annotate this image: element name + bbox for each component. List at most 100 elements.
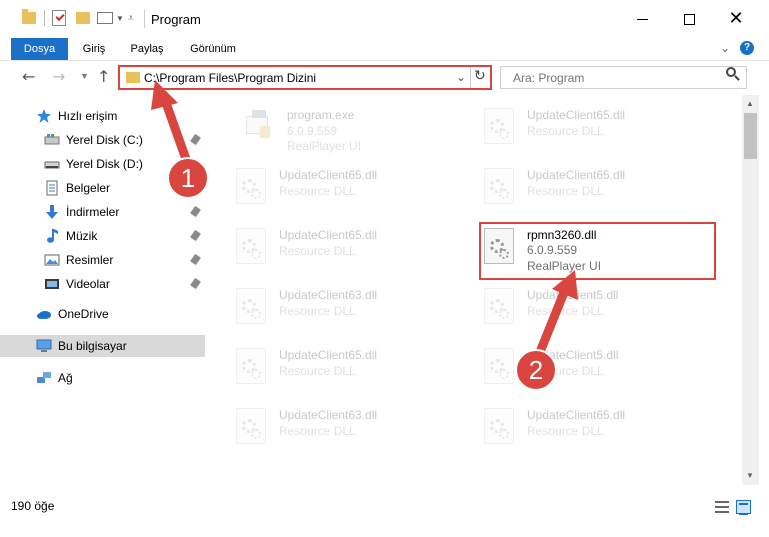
title-bar: ▼ ⩡ Program ✕: [0, 0, 769, 38]
dll-file-icon: [484, 408, 514, 444]
pin-icon[interactable]: [190, 277, 201, 290]
file-name: UpdateClient65.dll: [527, 408, 626, 422]
scrollbar-thumb[interactable]: [744, 113, 757, 159]
address-dropdown-chevron-icon[interactable]: ⌄: [456, 70, 466, 84]
pin-icon[interactable]: [190, 229, 201, 242]
file-item-program-exe[interactable]: program.exe 6.0.9.559 RealPlayer UI: [238, 104, 478, 158]
tab-gorunum[interactable]: Görünüm: [182, 38, 244, 60]
ribbon-tabs: Dosya Giriş Paylaş Görünüm ⌄ ?: [0, 38, 769, 61]
new-folder-icon[interactable]: [76, 12, 90, 24]
file-name: UpdateClient65.dll: [527, 108, 626, 122]
videos-icon: [45, 279, 59, 289]
minimize-icon: [636, 18, 648, 20]
computer-icon: [36, 339, 52, 352]
file-item[interactable]: UpdateClient63.dll Resource DLL: [230, 404, 470, 458]
file-description: Resource DLL: [527, 424, 604, 438]
nav-item-label: Hızlı erişim: [58, 109, 118, 123]
pin-icon[interactable]: [190, 133, 201, 146]
search-box[interactable]: [500, 66, 747, 89]
tab-dosya[interactable]: Dosya: [11, 38, 68, 60]
nav-item-this-pc[interactable]: Bu bilgisayar: [0, 335, 205, 357]
scroll-down-icon[interactable]: ▼: [746, 471, 754, 480]
address-bar[interactable]: C:\Program Files\Program Dizini ⌄ ↻: [118, 65, 492, 90]
file-item[interactable]: UpdateClient65.dll Resource DLL: [230, 344, 470, 398]
pictures-icon: [44, 254, 60, 266]
nav-item-local-disk-d[interactable]: Yerel Disk (D:): [0, 153, 205, 175]
quick-access-toolbar-dropdown-icon[interactable]: ⩡: [128, 13, 134, 24]
details-view-icon[interactable]: [715, 501, 729, 513]
file-name: UpdateClient65.dll: [279, 228, 378, 242]
file-item[interactable]: UpdateClient65.dll Resource DLL: [478, 164, 718, 218]
file-item[interactable]: UpdateClient65.dll Resource DLL: [478, 404, 718, 458]
dll-file-icon: [236, 228, 266, 264]
recent-locations-chevron-icon[interactable]: ▼: [80, 71, 89, 81]
file-description: Resource DLL: [279, 424, 356, 438]
nav-item-local-disk-c[interactable]: Yerel Disk (C:): [0, 129, 205, 151]
scroll-up-icon[interactable]: ▲: [746, 99, 754, 108]
file-name: UpdateClient63.dll: [279, 288, 378, 302]
file-item[interactable]: UpdateClient63.dll Resource DLL: [230, 284, 470, 338]
file-description: Resource DLL: [527, 184, 604, 198]
file-item[interactable]: UpdateClient65.dll Resource DLL: [478, 104, 718, 158]
pin-icon[interactable]: [190, 253, 201, 266]
window-title: Program: [151, 12, 201, 27]
file-description: Resource DLL: [279, 364, 356, 378]
file-name: UpdateClient65.dll: [527, 168, 626, 182]
nav-item-downloads[interactable]: İndirmeler: [0, 201, 205, 223]
nav-item-label: Ağ: [58, 371, 73, 385]
tiles-view-icon[interactable]: [736, 500, 751, 515]
toolbar-separator: [44, 10, 45, 26]
help-icon[interactable]: ?: [740, 41, 754, 55]
file-item[interactable]: UpdateClient65.dll Resource DLL: [230, 224, 470, 278]
nav-item-label: Bu bilgisayar: [58, 339, 127, 353]
close-button[interactable]: ✕: [713, 0, 759, 38]
file-item[interactable]: UpdateClient65.dll Resource DLL: [230, 164, 470, 218]
file-item[interactable]: UpdateClient5.dll Resource DLL: [478, 284, 718, 338]
star-icon: [37, 109, 51, 123]
drive-icon: [44, 161, 60, 169]
close-icon: ✕: [728, 8, 744, 29]
refresh-icon[interactable]: ↻: [474, 68, 486, 84]
dll-file-icon: [484, 348, 514, 384]
nav-item-quick-access[interactable]: Hızlı erişim: [0, 105, 205, 127]
file-description: Resource DLL: [527, 364, 604, 378]
expand-ribbon-chevron-icon[interactable]: ⌄: [720, 41, 730, 55]
nav-item-documents[interactable]: Belgeler: [0, 177, 205, 199]
tab-paylas[interactable]: Paylaş: [124, 38, 170, 60]
item-count: 190 öğe: [11, 499, 55, 513]
file-item[interactable]: UpdateClient5.dll Resource DLL: [478, 344, 718, 398]
address-path[interactable]: C:\Program Files\Program Dizini: [144, 71, 316, 85]
file-name: UpdateClient63.dll: [279, 408, 378, 422]
nav-item-pictures[interactable]: Resimler: [0, 249, 205, 271]
nav-item-onedrive[interactable]: OneDrive: [0, 303, 205, 325]
forward-arrow-icon[interactable]: →: [52, 67, 65, 86]
vertical-scrollbar[interactable]: ▲ ▼: [742, 95, 759, 485]
tab-giris[interactable]: Giriş: [74, 38, 114, 60]
file-description: Resource DLL: [527, 304, 604, 318]
navigation-bar: ← → ▼ ↑ C:\Program Files\Program Dizini …: [0, 61, 769, 95]
nav-item-network[interactable]: Ağ: [0, 367, 205, 389]
up-arrow-icon[interactable]: ↑: [97, 67, 110, 86]
properties-check-icon[interactable]: [52, 10, 66, 26]
nav-item-label: Videolar: [66, 277, 110, 291]
nav-item-videos[interactable]: Videolar: [0, 273, 205, 295]
search-icon[interactable]: [726, 67, 736, 77]
documents-icon: [46, 180, 58, 196]
minimize-button[interactable]: [619, 0, 665, 38]
download-icon: [46, 205, 58, 219]
folder-icon[interactable]: [22, 9, 36, 24]
file-description: Resource DLL: [279, 244, 356, 258]
customize-view-icon[interactable]: [97, 12, 113, 24]
search-input[interactable]: [513, 71, 713, 85]
nav-item-music[interactable]: Müzik: [0, 225, 205, 247]
back-arrow-icon[interactable]: ←: [22, 67, 35, 86]
pin-icon[interactable]: [190, 205, 201, 218]
file-name: program.exe: [287, 108, 355, 122]
dll-file-icon: [484, 168, 514, 204]
chevron-down-icon[interactable]: ▼: [116, 14, 124, 23]
maximize-button[interactable]: [666, 0, 712, 38]
nav-item-label: Müzik: [66, 229, 98, 243]
title-separator: [144, 10, 145, 28]
file-description: RealPlayer UI: [287, 139, 362, 153]
nav-item-label: Belgeler: [66, 181, 111, 195]
